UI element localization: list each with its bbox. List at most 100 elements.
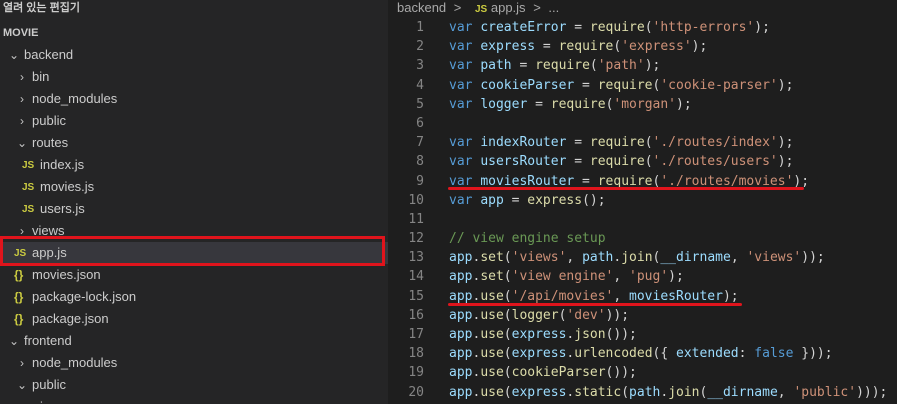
line-number: 7 — [416, 135, 424, 151]
chevron-right-icon[interactable]: › — [16, 352, 28, 374]
tree-item-movies-json[interactable]: {} movies.json — [0, 264, 388, 286]
line-number: 3 — [416, 58, 424, 74]
js-file-icon: JS — [22, 182, 35, 193]
tree-item-label: index.js — [40, 157, 85, 172]
tree-item-frontend[interactable]: ⌄ frontend — [0, 330, 388, 352]
chevron-right-icon[interactable]: › — [24, 396, 36, 404]
chevron-down-icon[interactable]: ⌄ — [8, 330, 20, 352]
code-token: = — [566, 20, 590, 35]
code-text: var logger = require('morgan'); — [449, 95, 692, 114]
line-number: 16 — [408, 307, 424, 323]
code-token: usersRouter — [480, 154, 567, 170]
code-token: ( — [621, 384, 630, 400]
breadcrumb-separator-2: > — [533, 0, 541, 15]
code-line-16[interactable]: 16 app.use(logger('dev')); — [388, 306, 897, 325]
code-token: ))); — [856, 384, 888, 400]
code-line-5[interactable]: 5 var logger = require('morgan'); — [388, 95, 897, 114]
code-token: , — [777, 384, 794, 400]
code-token: cookieParser — [480, 77, 575, 93]
tree-item-label: node_modules — [32, 91, 118, 106]
code-line-13[interactable]: 13 app.set('views', path.join(__dirname, … — [388, 248, 897, 267]
code-token: = — [503, 192, 528, 208]
code-token: __dirname — [660, 250, 731, 266]
code-line-3[interactable]: 3 var path = require('path'); — [388, 56, 897, 75]
tree-item-node-modules[interactable]: › node_modules — [0, 88, 388, 110]
code-line-6[interactable]: 6 — [388, 114, 897, 133]
code-token: ); — [644, 58, 661, 74]
code-token: join — [621, 250, 653, 266]
code-line-19[interactable]: 19 app.use(cookieParser()); — [388, 363, 897, 382]
code-text: var usersRouter = require('./routes/user… — [449, 152, 793, 171]
code-line-7[interactable]: 7 var indexRouter = require('./routes/ind… — [388, 133, 897, 152]
code-token: require — [589, 135, 645, 151]
code-line-10[interactable]: 10 var app = express(); — [388, 191, 897, 210]
code-token: var — [449, 154, 481, 170]
tree-item-backend[interactable]: ⌄ backend — [0, 44, 388, 66]
chevron-right-icon[interactable]: › — [16, 88, 28, 110]
open-editors-header[interactable]: 열려 있는 편집기 — [0, 0, 388, 22]
code-line-18[interactable]: 18 app.use(express.urlencoded({ extended:… — [388, 344, 897, 363]
code-token: , — [613, 269, 630, 285]
tree-item-bin[interactable]: › bin — [0, 66, 388, 88]
breadcrumb-more[interactable]: ... — [548, 0, 559, 15]
breadcrumb-folder[interactable]: backend — [397, 0, 446, 15]
line-number: 2 — [416, 39, 424, 55]
code-line-12[interactable]: 12 // view engine setup — [388, 229, 897, 248]
code-token: './routes/index' — [652, 135, 778, 151]
code-token: 'morgan' — [613, 96, 677, 112]
code-token: 'views' — [746, 250, 802, 266]
chevron-right-icon[interactable]: › — [16, 66, 28, 88]
tree-item-package-json[interactable]: {} package.json — [0, 308, 388, 330]
breadcrumb-file[interactable]: app.js — [491, 0, 526, 15]
tree-item-label: users.js — [40, 201, 85, 216]
code-token: ( — [503, 269, 512, 285]
chevron-down-icon[interactable]: ⌄ — [8, 44, 20, 66]
tree-item-label: public — [32, 377, 66, 392]
tree-item-public[interactable]: › public — [0, 110, 388, 132]
code-token: extended — [676, 346, 739, 362]
js-file-icon: JS — [475, 4, 488, 15]
code-token: './routes/users' — [652, 154, 778, 170]
code-token: ); — [676, 96, 692, 112]
tree-item-routes[interactable]: ⌄ routes — [0, 132, 388, 154]
code-token: : — [738, 346, 755, 362]
code-token: use — [480, 288, 504, 304]
code-line-1[interactable]: 1 var createError = require('http-errors'… — [388, 18, 897, 37]
code-token: require — [597, 77, 653, 93]
chevron-right-icon[interactable]: › — [16, 110, 28, 132]
chevron-down-icon[interactable]: ⌄ — [16, 132, 28, 154]
chevron-down-icon[interactable]: ⌄ — [16, 374, 28, 396]
code-token: path — [582, 250, 614, 266]
code-token: 'path' — [597, 58, 645, 74]
code-line-4[interactable]: 4 var cookieParser = require('cookie-pars… — [388, 76, 897, 95]
code-token: 'views' — [511, 250, 567, 266]
code-line-2[interactable]: 2 var express = require('express'); — [388, 37, 897, 56]
code-token: express — [511, 327, 567, 342]
code-line-8[interactable]: 8 var usersRouter = require('./routes/use… — [388, 152, 897, 171]
line-number: 19 — [408, 365, 424, 381]
tree-item-users-js[interactable]: JS users.js — [0, 198, 388, 220]
code-token: app — [449, 269, 473, 285]
code-line-17[interactable]: 17 app.use(express.json()); — [388, 325, 897, 344]
tree-item-movies-js[interactable]: JS movies.js — [0, 176, 388, 198]
code-token: require — [535, 58, 590, 74]
tree-item-public[interactable]: ⌄ public — [0, 374, 388, 396]
code-token: moviesRouter — [629, 288, 723, 304]
code-line-11[interactable]: 11 — [388, 210, 897, 229]
line-number: 18 — [408, 346, 424, 362]
tree-item-index-js[interactable]: JS index.js — [0, 154, 388, 176]
code-token: 'view engine' — [511, 269, 614, 285]
code-lines[interactable]: 1 var createError = require('http-errors'… — [388, 18, 897, 402]
tree-item-node-modules[interactable]: › node_modules — [0, 352, 388, 374]
code-token: ); — [722, 288, 739, 304]
code-token: ( — [503, 327, 512, 342]
tree-item-img[interactable]: › img — [0, 396, 388, 404]
tree-item-package-lock-json[interactable]: {} package-lock.json — [0, 286, 388, 308]
code-line-14[interactable]: 14 app.set('view engine', 'pug'); — [388, 267, 897, 286]
code-token: (); — [582, 192, 606, 208]
project-folder-header[interactable]: MOVIE — [0, 22, 388, 44]
code-line-20[interactable]: 20 app.use(express.static(path.join(__dir… — [388, 383, 897, 402]
code-token: var — [449, 39, 481, 55]
tree-item-label: package-lock.json — [32, 289, 137, 304]
code-token: ( — [644, 135, 653, 151]
